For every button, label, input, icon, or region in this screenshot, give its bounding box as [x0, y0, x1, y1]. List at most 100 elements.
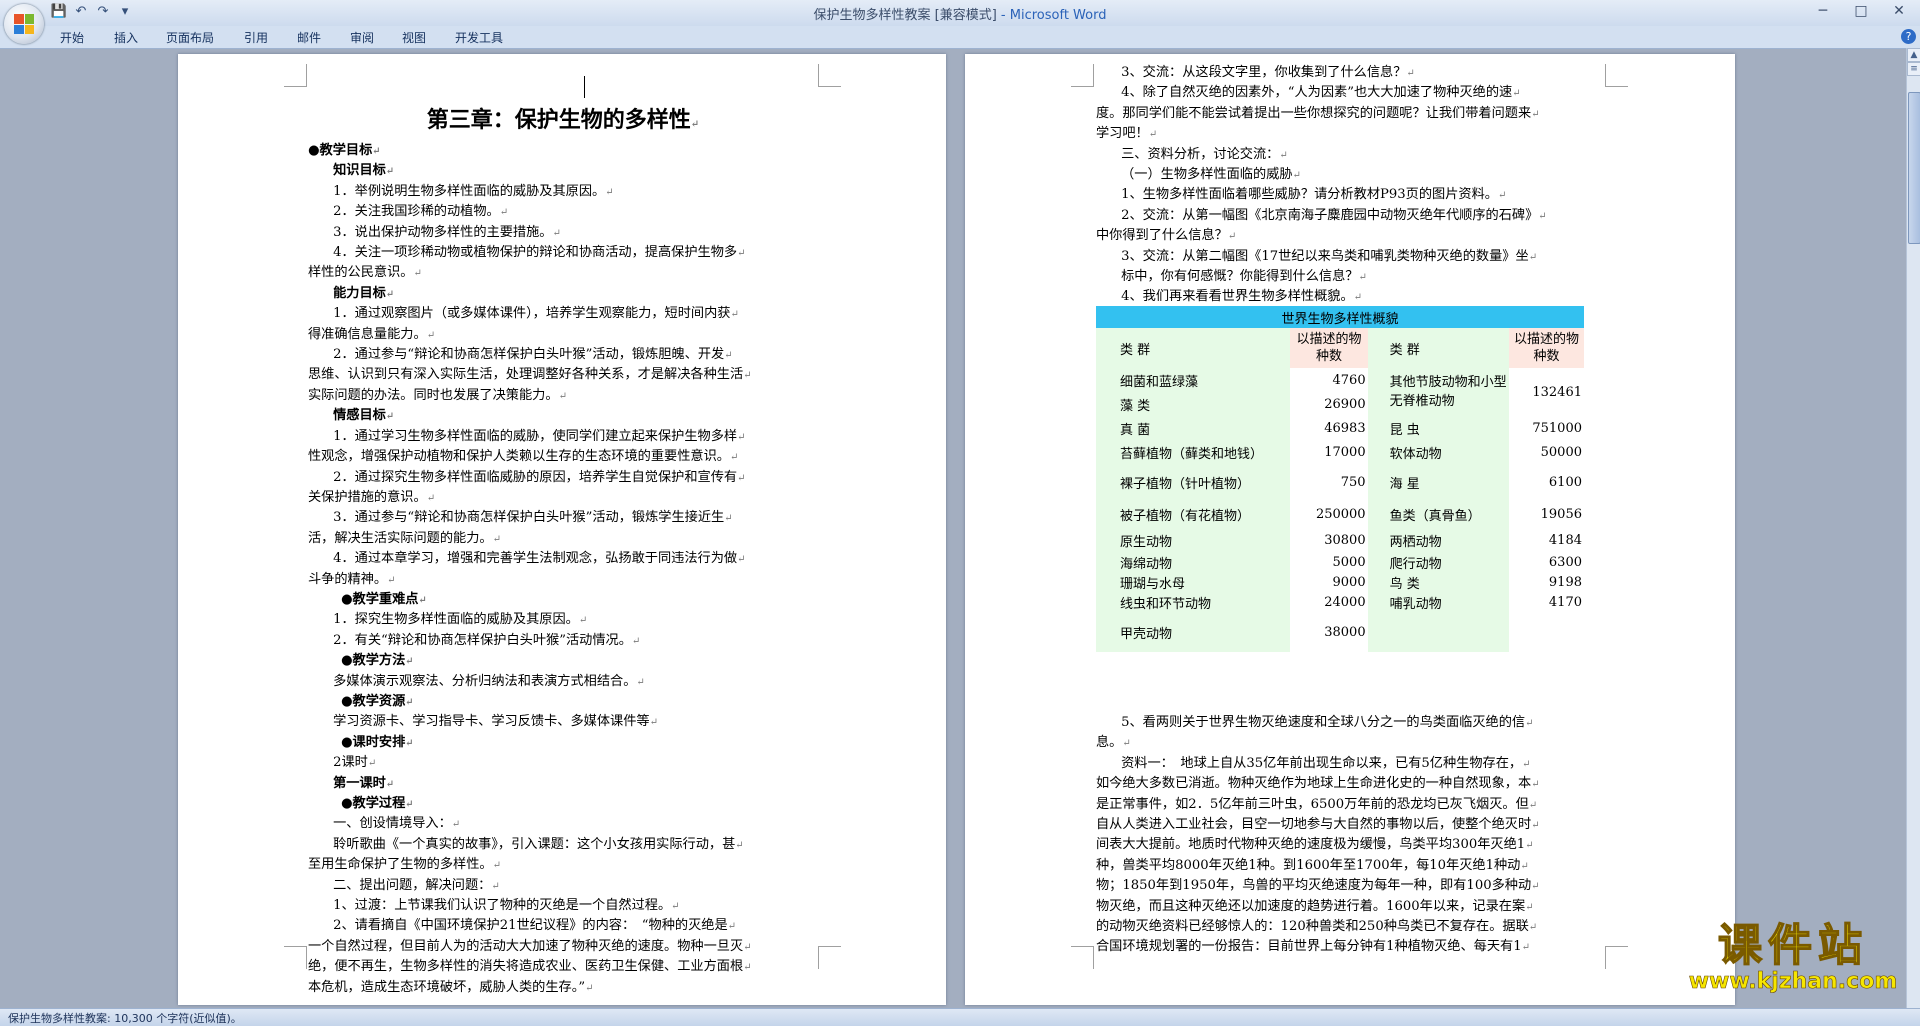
paragraph-mark: ↵	[499, 207, 509, 219]
table-header-count: 以描述的物种数	[1290, 328, 1368, 368]
tab-references[interactable]: 引用	[244, 29, 268, 46]
close-button[interactable]: ✕	[1886, 1, 1912, 21]
text-line: 3、交流：从这段文字里，你收集到了什么信息？↵	[1096, 63, 1612, 83]
text-line: 自从人类进入工业社会，目空一切地参与大自然的事物以后，使整个绝灭时↵	[1096, 815, 1612, 835]
text-line: 2课时↵	[308, 753, 818, 773]
page-1-lines: ●教学目标↵ 知识目标↵ 1．举例说明生物多样性面临的威胁及其原因。↵ 2．关注我国珍…	[308, 141, 818, 998]
table-cell-count: 9000	[1332, 574, 1366, 590]
tab-review[interactable]: 审阅	[350, 29, 374, 46]
document-page-2[interactable]: 3、交流：从这段文字里，你收集到了什么信息？↵ 4、除了自然灭绝的因素外，“人为因…	[965, 54, 1735, 1005]
table-cell-group: 软体动物	[1367, 440, 1509, 464]
text-line-content: 3、交流：从这段文字里，你收集到了什么信息？	[1121, 65, 1407, 80]
text-line-content: 活，解决生活实际问题的能力。	[308, 530, 493, 546]
text-line-content: ●教学方法	[341, 653, 406, 669]
text-line-content: 4．关注一项珍稀动物或植物保护的辩论和协商活动，提高保护生物多	[333, 245, 738, 261]
text-line: 4、我们再来看看世界生物多样性概貌。↵	[1096, 287, 1612, 307]
table-caption-row: 世界生物多样性概貌	[1096, 306, 1584, 328]
text-line: （一）生物多样性面临的威胁↵	[1096, 165, 1612, 185]
margin-mark	[818, 946, 841, 969]
chapter-title: 第三章：保护生物的多样性↵	[308, 104, 818, 141]
maximize-button[interactable]: □	[1848, 1, 1874, 21]
table-cell-group: 海绵动物	[1096, 552, 1291, 572]
paragraph-mark: ↵	[492, 533, 502, 545]
text-line-content: 4、我们再来看看世界生物多样性概貌。	[1121, 289, 1354, 305]
tab-developer[interactable]: 开发工具	[455, 29, 503, 46]
text-line-content: 合国环境规划署的一份报告：目前世界上每分钟有1种植物灭绝、每天有1	[1096, 939, 1522, 955]
text-line-content: 2、交流：从第一幅图《北京南海子麋鹿园中动物灭绝年代顺序的石碑》	[1121, 207, 1539, 223]
paragraph-mark: ↵	[413, 268, 422, 280]
margin-mark	[818, 64, 841, 87]
paragraph-mark: ↵	[1521, 942, 1530, 954]
text-line: 得准确信息量能力。↵	[308, 325, 818, 345]
paragraph-mark: ↵	[1528, 922, 1538, 934]
table-row: 真 菌 46983 昆 虫 751000	[1096, 416, 1584, 440]
text-line-content: 2课时	[333, 755, 368, 771]
paragraph-mark: ↵	[605, 186, 614, 198]
text-line: 息。↵	[1096, 733, 1612, 753]
paragraph-mark: ↵	[1292, 170, 1301, 182]
scroll-up-icon[interactable]: ▲	[1907, 48, 1920, 62]
text-line: 2．有关“辩论和协商怎样保护白头叶猴”活动情况。↵	[308, 631, 818, 651]
text-line-content: 物灭绝，而且这种灭绝还以加速度的趋势进行着。1600年以来，记录在案	[1096, 898, 1526, 914]
page-1-body: 第三章：保护生物的多样性↵ ●教学目标↵ 知识目标↵ 1．举例说明生物多样性面临的威…	[308, 104, 818, 998]
text-line: 2、交流：从第一幅图《北京南海子麋鹿园中动物灭绝年代顺序的石碑》↵	[1096, 206, 1612, 226]
paragraph-mark: ↵	[1279, 149, 1288, 161]
text-line-content: 间表大大提前。地质时代物种灭绝的速度极为缓慢，鸟类平均300年灭绝1	[1096, 837, 1526, 853]
text-line: 1、生物多样性面临着哪些威胁？请分析教材P93页的图片资料。↵	[1096, 185, 1612, 205]
paragraph-mark: ↵	[426, 492, 436, 504]
text-line-content: 物；1850年到1950年，鸟兽的平均灭绝速度为每年一种，即有100多种动	[1096, 878, 1532, 894]
office-logo-icon	[14, 14, 34, 34]
text-line: 3．说出保护动物多样性的主要措施。↵	[308, 223, 818, 243]
text-line: 中你得到了什么信息？↵	[1096, 226, 1612, 246]
table-cell-count: 6100	[1548, 474, 1582, 490]
text-line-content: 得准确信息量能力。	[308, 326, 427, 342]
table-cell-count: 132461	[1532, 384, 1582, 400]
text-line: 1．通过观察图片（或多媒体课件），培养学生观察能力，短时间内获↵	[308, 304, 818, 324]
ruler-toggle-icon[interactable]: ≡	[1907, 62, 1920, 76]
paragraph-mark: ↵	[558, 390, 567, 402]
tab-mailings[interactable]: 邮件	[297, 29, 321, 46]
text-line-content: 4、除了自然灭绝的因素外，“人为因素”也大大加速了物种灭绝的速	[1121, 85, 1513, 101]
table-cell-count: 9198	[1548, 574, 1582, 590]
document-page-1[interactable]: 第三章：保护生物的多样性↵ ●教学目标↵ 知识目标↵ 1．举例说明生物多样性面临的威…	[178, 54, 946, 1005]
office-button[interactable]	[4, 4, 44, 44]
text-line: 4、除了自然灭绝的因素外，“人为因素”也大大加速了物种灭绝的速↵	[1096, 83, 1612, 103]
window-title: 保护生物多样性教案 [兼容模式] - Microsoft Word	[0, 4, 1920, 23]
text-line: 聆听歌曲《一个真实的故事》，引入课题：这个小女孩用实际行动，甚↵	[308, 835, 818, 855]
paragraph-mark: ↵	[578, 615, 588, 627]
paragraph-mark: ↵	[649, 717, 658, 729]
text-line: 三、资料分析，讨论交流：↵	[1096, 145, 1612, 165]
tab-insert[interactable]: 插入	[114, 29, 138, 46]
text-line-content: 1、过渡：上节课我们认识了物种的灭绝是一个自然过程。	[333, 898, 672, 914]
table-row: 细菌和蓝绿藻 4760 其他节肢动物和小型无脊椎动物 132461	[1096, 368, 1584, 416]
table-cell-count: 750	[1340, 474, 1366, 490]
text-cursor	[584, 76, 585, 98]
table-cell-group: 哺乳动物	[1367, 592, 1509, 612]
text-line-content: 情感目标	[333, 408, 386, 424]
table-row: 裸子植物（针叶植物） 750 海 星 6100	[1096, 464, 1584, 500]
text-line-content: 学习吧！	[1096, 126, 1149, 142]
watermark-url: www.kjzhan.com	[1688, 969, 1898, 994]
minimize-button[interactable]: ─	[1810, 1, 1836, 21]
text-line-content: 3、交流：从第二幅图《17世纪以来鸟类和哺乳类物种灭绝的数量》坐	[1121, 248, 1529, 264]
table-cell-group: 鸟 类	[1367, 572, 1509, 592]
text-line-content: 聆听歌曲《一个真实的故事》，引入课题：这个小女孩用实际行动，甚	[333, 836, 736, 852]
table-cell-group: 细菌和蓝绿藻	[1096, 368, 1291, 392]
text-line-content: 1．探究生物多样性面临的威胁及其原因。	[333, 612, 579, 628]
title-bar: 💾 ↶ ↷ ▾ 保护生物多样性教案 [兼容模式] - Microsoft Wor…	[0, 0, 1920, 26]
paragraph-mark: ↵	[727, 921, 737, 933]
chapter-title-text: 第三章：保护生物的多样性	[426, 107, 691, 133]
text-line: 斗争的精神。↵	[308, 570, 818, 590]
text-line-content: 多媒体演示观察法、分析归纳法和表演方式相结合。	[333, 673, 637, 689]
tab-page-layout[interactable]: 页面布局	[166, 29, 214, 46]
paragraph-mark: ↵	[1353, 292, 1363, 304]
tab-view[interactable]: 视图	[402, 29, 426, 46]
scroll-thumb[interactable]	[1908, 92, 1920, 244]
text-line-content: 2．通过参与“辩论和协商怎样保护白头叶猴”活动，锻炼胆魄、开发	[333, 347, 725, 363]
tab-home[interactable]: 开始	[60, 29, 84, 46]
text-line-content: 性观念，增强保护动植物和保护人类赖以生存的生态环境的重要性意识。	[308, 449, 730, 465]
text-line-content: 息。	[1096, 735, 1123, 751]
text-line-content: 1．通过观察图片（或多媒体课件），培养学生观察能力，短时间内获	[333, 306, 731, 322]
text-line-content: 思维、认识到只有深入实际生活，处理调整好各种关系，才是解决各种生活	[308, 367, 744, 383]
help-icon[interactable]: ?	[1901, 29, 1916, 44]
